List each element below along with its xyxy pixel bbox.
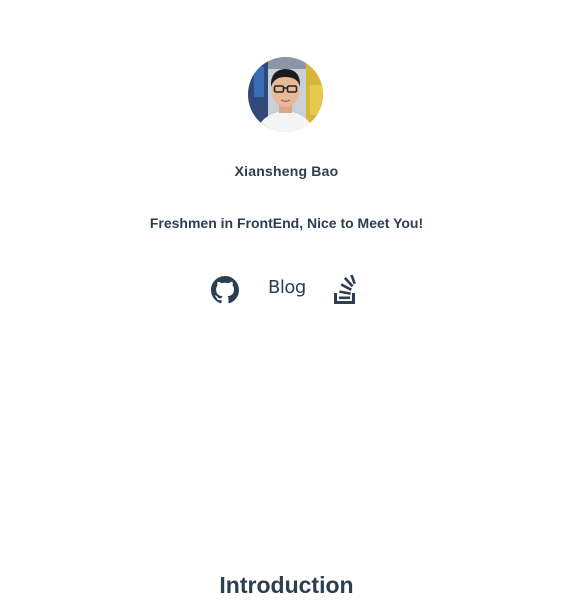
profile-name: Xiansheng Bao xyxy=(234,163,339,179)
stackoverflow-icon xyxy=(334,272,356,304)
introduction-heading: Introduction xyxy=(219,572,354,598)
github-icon xyxy=(211,276,239,304)
avatar xyxy=(248,57,323,132)
avatar-photo xyxy=(248,57,323,132)
profile-tagline: Freshmen in FrontEnd, Nice to Meet You! xyxy=(149,215,424,231)
github-link[interactable] xyxy=(211,276,239,304)
blog-link[interactable]: Blog xyxy=(268,274,306,304)
social-links: Blog xyxy=(0,272,573,306)
stackoverflow-link[interactable] xyxy=(332,272,358,305)
page: Xiansheng Bao Freshmen in FrontEnd, Nice… xyxy=(0,0,573,605)
